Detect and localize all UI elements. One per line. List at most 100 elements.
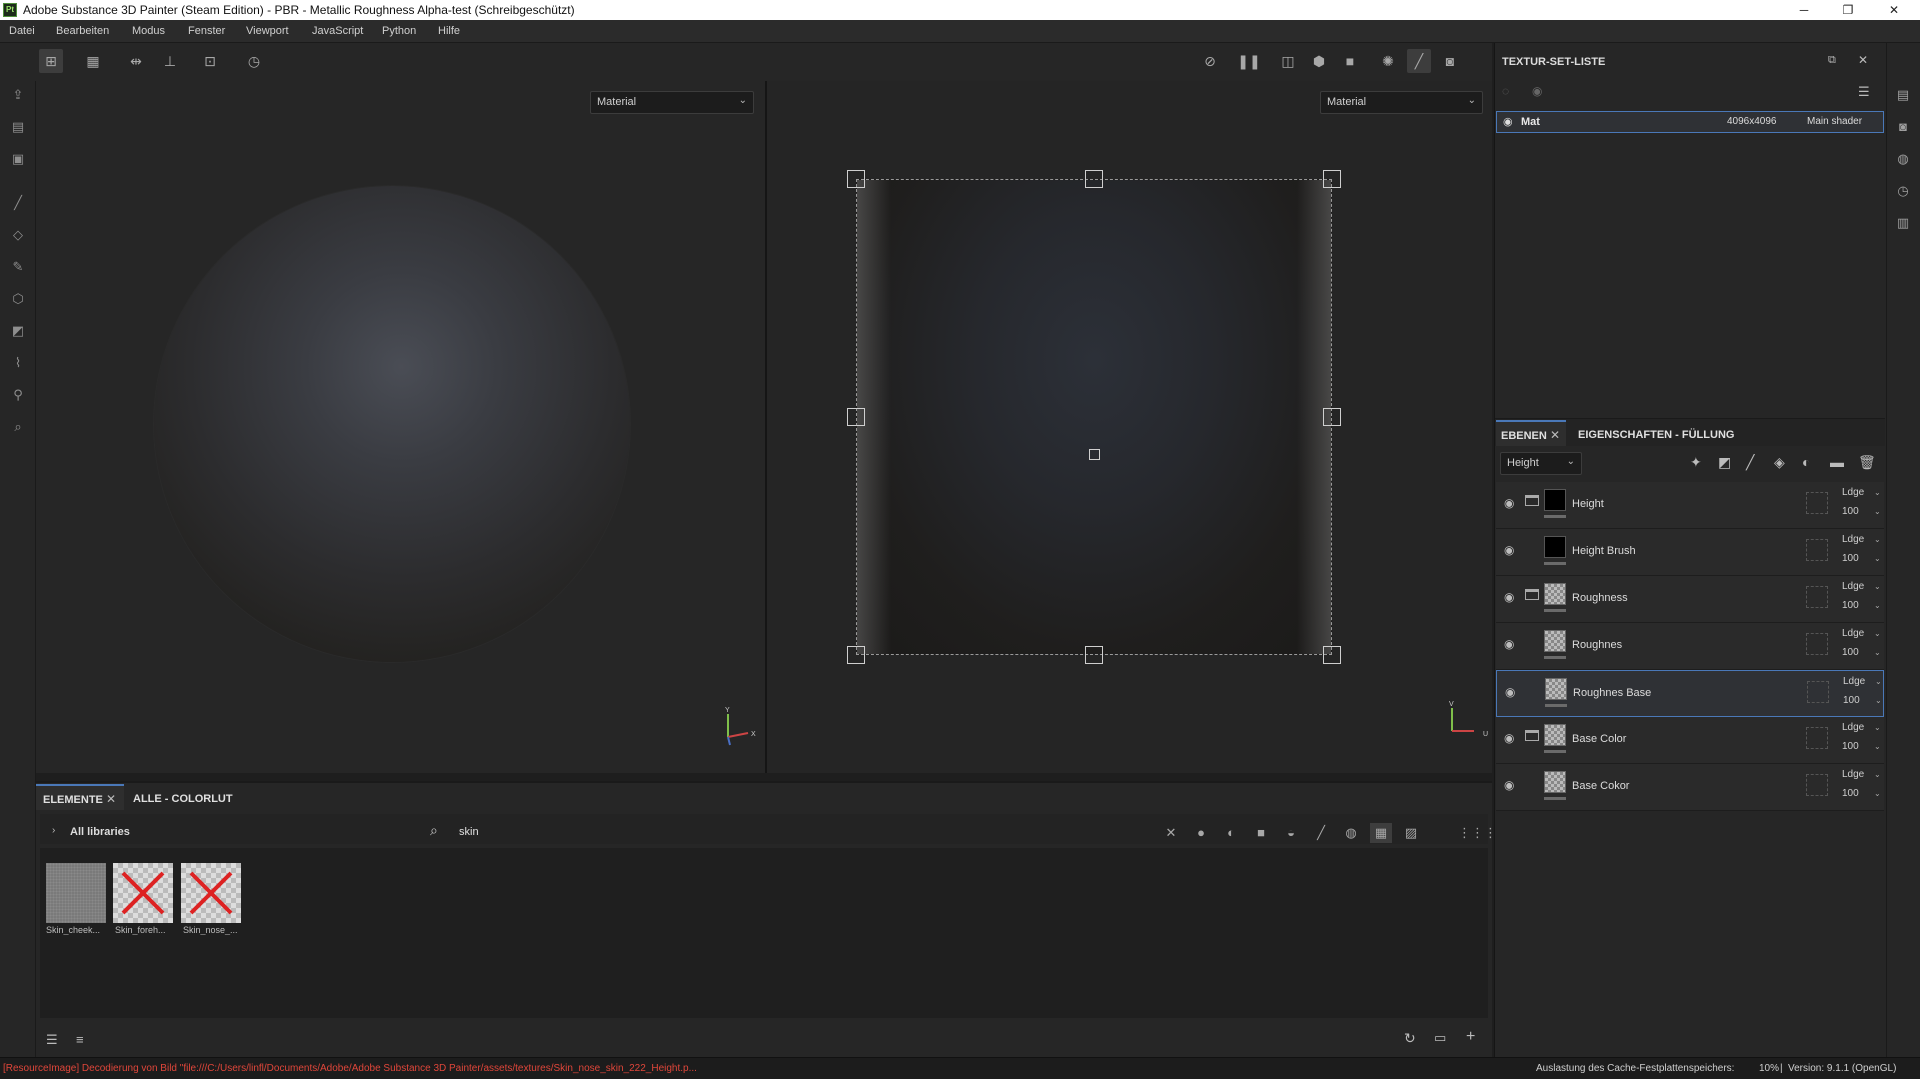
layer-blend-mode[interactable]: Ldge [1842, 769, 1864, 780]
hide-all-icon[interactable]: ◌ [1502, 84, 1509, 98]
pause-icon[interactable]: ❚❚ [1237, 49, 1261, 73]
settings-menu-icon[interactable]: ☰ [1858, 84, 1870, 100]
filter-filters-icon[interactable]: ◒ [1280, 823, 1302, 843]
eye-icon[interactable]: ◉ [1504, 778, 1514, 792]
clone-stamp-icon[interactable]: ⚲ [6, 384, 30, 406]
visibility-icon[interactable]: ◉ [1532, 84, 1542, 98]
filter-materials-icon[interactable]: ● [1190, 823, 1212, 843]
layer-mask-slot[interactable] [1806, 539, 1828, 561]
eye-icon[interactable]: ◉ [1504, 543, 1514, 557]
layer-row[interactable]: ◉ Height Brush Ldge ⌄ 100 ⌄ [1496, 529, 1884, 576]
screenshot-icon[interactable]: ◙ [1438, 49, 1462, 73]
menu-datei[interactable]: Datei [9, 25, 35, 37]
smudge-icon[interactable]: ⌇ [6, 352, 30, 374]
transform-handle-bottom-left[interactable] [847, 646, 865, 664]
display-mode-icon[interactable]: ⊞ [39, 49, 63, 73]
clear-search-icon[interactable]: ✕ [1160, 823, 1182, 843]
transform-handle-top-right[interactable] [1323, 170, 1341, 188]
sort-icon[interactable]: ≡ [76, 1032, 84, 1047]
layer-blend-mode[interactable]: Ldge [1842, 534, 1864, 545]
layer-opacity[interactable]: 100 [1843, 695, 1860, 706]
layer-row[interactable]: ◉ Base Cokor Ldge ⌄ 100 ⌄ [1496, 764, 1884, 811]
layer-row[interactable]: ◉ Roughnes Ldge ⌄ 100 ⌄ [1496, 623, 1884, 670]
camera-icon[interactable]: ■ [1338, 49, 1362, 73]
paint-brush-icon[interactable]: ╱ [6, 192, 30, 214]
asset-thumbnail[interactable] [46, 863, 106, 923]
close-button[interactable]: ✕ [1874, 0, 1914, 20]
channel-dropdown-2d[interactable]: Material ⌄ [1320, 91, 1483, 114]
layer-opacity[interactable]: 100 [1842, 788, 1859, 799]
layer-opacity[interactable]: 100 [1842, 741, 1859, 752]
geometry-mask-icon[interactable]: ◩ [6, 320, 30, 342]
layer-blend-mode[interactable]: Ldge [1843, 676, 1865, 687]
refresh-icon[interactable]: ↻ [1404, 1030, 1416, 1047]
delete-icon[interactable]: 🗑 [1858, 454, 1876, 471]
uv-texture-view[interactable] [856, 179, 1332, 655]
hide-icon[interactable]: ⊘ [1198, 49, 1222, 73]
chevron-right-icon[interactable]: › [52, 825, 55, 836]
eye-icon[interactable]: ◉ [1504, 590, 1514, 604]
symmetry-icon[interactable]: ⇹ [124, 49, 148, 73]
color-picker-icon[interactable]: ⌕ [6, 416, 30, 438]
eye-icon[interactable]: ◉ [1503, 115, 1513, 128]
add-icon[interactable]: + [1466, 1028, 1475, 1046]
folder-icon[interactable] [1525, 589, 1539, 600]
tab-fill-properties[interactable]: EIGENSCHAFTEN - FÜLLUNG [1578, 429, 1734, 441]
layer-blend-mode[interactable]: Ldge [1842, 581, 1864, 592]
viewport-3d[interactable]: Material ⌄ Y X [36, 81, 765, 773]
layer-row[interactable]: ◉ Height Ldge ⌄ 100 ⌄ [1496, 482, 1884, 529]
layer-opacity[interactable]: 100 [1842, 506, 1859, 517]
new-window-icon[interactable]: ▭ [1434, 1030, 1446, 1046]
undock-icon[interactable]: ⧉ [1828, 54, 1836, 67]
brush-mode-icon[interactable]: ╱ [1407, 49, 1431, 73]
filter-procedurals-icon[interactable]: ▦ [1370, 823, 1392, 843]
transform-handle-top[interactable] [1085, 170, 1103, 188]
layer-mask-slot[interactable] [1806, 492, 1828, 514]
layer-row[interactable]: ◉ Base Color Ldge ⌄ 100 ⌄ [1496, 717, 1884, 764]
grid-view-icon[interactable]: ⋮⋮⋮ [1458, 823, 1497, 843]
texture-set-item[interactable]: ◉ Mat 4096x4096 Main shader [1496, 111, 1884, 133]
tab-elements[interactable]: ELEMENTE ✕ [36, 784, 124, 810]
layer-blend-mode[interactable]: Ldge [1842, 487, 1864, 498]
texture-set-settings-icon[interactable]: ▤ [1891, 83, 1915, 107]
layer-row[interactable]: ◉ Roughness Ldge ⌄ 100 ⌄ [1496, 576, 1884, 623]
add-paint-layer-icon[interactable]: ╱ [1746, 454, 1754, 471]
transform-handle-right[interactable] [1323, 408, 1341, 426]
layer-mask-slot[interactable] [1806, 727, 1828, 749]
menu-python[interactable]: Python [382, 25, 416, 37]
effects-icon[interactable]: ✦ [1690, 454, 1702, 471]
layer-opacity[interactable]: 100 [1842, 600, 1859, 611]
history-icon[interactable]: ◷ [242, 49, 266, 73]
add-fill-layer-icon[interactable]: ◈ [1774, 454, 1785, 471]
filter-textures-icon[interactable]: ◍ [1340, 823, 1362, 843]
transform-handle-bottom-right[interactable] [1323, 646, 1341, 664]
menu-bearbeiten[interactable]: Bearbeiten [56, 25, 109, 37]
viewport-2d[interactable]: Material ⌄ V U [767, 81, 1492, 773]
filter-masks-icon[interactable]: ■ [1250, 823, 1272, 843]
projection-icon[interactable]: ✎ [6, 256, 30, 278]
layer-opacity[interactable]: 100 [1842, 647, 1859, 658]
layer-mask-slot[interactable] [1806, 633, 1828, 655]
maximize-button[interactable]: ❐ [1828, 0, 1868, 20]
log-icon[interactable]: ▥ [1891, 211, 1915, 235]
asset-thumbnail-missing[interactable] [181, 863, 241, 923]
transform-handle-top-left[interactable] [847, 170, 865, 188]
eye-icon[interactable]: ◉ [1504, 496, 1514, 510]
transform-handle-bottom[interactable] [1085, 646, 1103, 664]
layer-blend-mode[interactable]: Ldge [1842, 722, 1864, 733]
menu-hilfe[interactable]: Hilfe [438, 25, 460, 37]
filter-environments-icon[interactable]: ▨ [1400, 823, 1422, 843]
menu-fenster[interactable]: Fenster [188, 25, 225, 37]
menu-javascript[interactable]: JavaScript [312, 25, 363, 37]
layer-row[interactable]: ◉ Roughnes Base Ldge ⌄ 100 ⌄ [1496, 670, 1884, 717]
folder-icon[interactable] [1525, 495, 1539, 506]
texture-icon[interactable]: ▤ [6, 116, 30, 138]
list-options-icon[interactable]: ☰ [46, 1032, 58, 1048]
close-icon[interactable]: ✕ [1550, 428, 1560, 442]
transform-pivot[interactable] [1089, 449, 1100, 460]
eye-icon[interactable]: ◉ [1504, 637, 1514, 651]
tab-colorlut[interactable]: ALLE - COLORLUT [133, 793, 233, 805]
display-settings-icon[interactable]: ◙ [1891, 115, 1915, 139]
eye-icon[interactable]: ◉ [1505, 685, 1515, 699]
layer-channel-dropdown[interactable]: Height ⌄ [1500, 452, 1582, 475]
